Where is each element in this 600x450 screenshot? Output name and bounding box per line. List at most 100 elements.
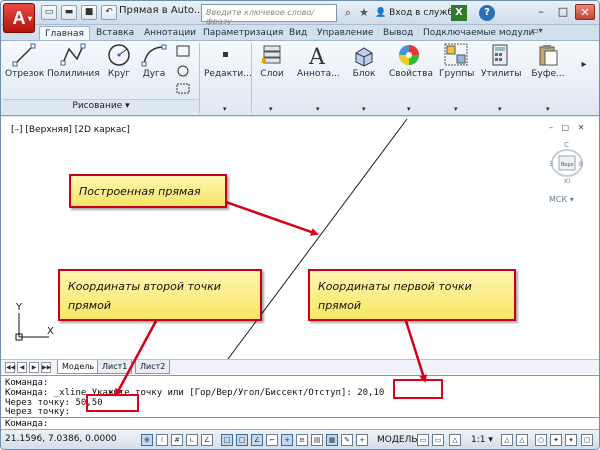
- annotation-scale-select[interactable]: 1:1 ▾: [471, 433, 493, 447]
- tab-manage[interactable]: Управление: [317, 26, 373, 40]
- tab-plugins[interactable]: Подключаемые модули: [423, 26, 534, 40]
- exchange-apps-icon[interactable]: X: [451, 5, 467, 21]
- layers-button[interactable]: Слои: [255, 43, 289, 79]
- dyn-input-icon[interactable]: +: [281, 434, 293, 446]
- snap-icon[interactable]: ⁞: [156, 434, 168, 446]
- last-layout-icon[interactable]: ▶▶: [41, 362, 51, 373]
- ribbon-toggle-icon[interactable]: ▭▾: [531, 26, 545, 38]
- quick-view-layouts-icon[interactable]: ▭: [417, 434, 429, 446]
- prev-layout-icon[interactable]: ◀: [17, 362, 27, 373]
- utilities-dropdown-icon[interactable]: ▾: [498, 105, 502, 113]
- arc-icon: [141, 44, 167, 67]
- ribbon-more-icon[interactable]: ▸: [571, 59, 597, 70]
- minimize-button[interactable]: –: [531, 4, 551, 20]
- auto-scale-icon[interactable]: △: [516, 434, 528, 446]
- svg-text:A: A: [308, 45, 326, 67]
- circle-label: Круг: [107, 69, 131, 79]
- arc-label: Дуга: [142, 69, 166, 79]
- properties-dropdown-icon[interactable]: ▾: [407, 105, 411, 113]
- search-input[interactable]: Введите ключевое слово/фразу: [201, 4, 337, 26]
- tab-annotate[interactable]: Аннотации: [144, 26, 196, 40]
- status-menu-icon[interactable]: ▾: [565, 434, 577, 446]
- annotation-scale-icon[interactable]: △: [449, 434, 461, 446]
- 3d-osnap-icon[interactable]: ▢: [236, 434, 248, 446]
- hardware-accel-icon[interactable]: ✦: [550, 434, 562, 446]
- otrack-icon[interactable]: ∠: [251, 434, 263, 446]
- application-menu-button[interactable]: A ▾: [3, 3, 35, 33]
- lineweight-icon[interactable]: ≡: [296, 434, 308, 446]
- clean-screen-icon[interactable]: ▢: [581, 434, 593, 446]
- quick-view-drawings-icon[interactable]: ▭: [432, 434, 444, 446]
- layout-tabs: ◀◀ ◀ ▶ ▶▶ Модель Лист1 Лист2: [1, 359, 599, 374]
- arc-button[interactable]: Дуга: [139, 43, 169, 79]
- line-icon: [12, 43, 36, 67]
- block-button[interactable]: Блок: [349, 43, 379, 79]
- tab-output[interactable]: Вывод: [383, 26, 413, 40]
- constructed-xline[interactable]: [225, 118, 408, 359]
- modify-dropdown-icon[interactable]: ▾: [223, 105, 227, 113]
- groups-dropdown-icon[interactable]: ▾: [454, 105, 458, 113]
- modify-button[interactable]: Редакти...: [204, 43, 252, 79]
- polar-icon[interactable]: ∠: [201, 434, 213, 446]
- ducs-icon[interactable]: ⌐: [266, 434, 278, 446]
- polyline-button[interactable]: Полилиния: [47, 43, 100, 79]
- help-icon[interactable]: ?: [479, 5, 495, 21]
- ortho-icon[interactable]: ∟: [186, 434, 198, 446]
- block-dropdown-icon[interactable]: ▾: [362, 105, 366, 113]
- modify-icon: [223, 52, 228, 57]
- color-wheel-icon: [399, 45, 419, 65]
- callout-first-point: Координаты первой точки прямой: [308, 269, 516, 321]
- circle-button[interactable]: Круг: [103, 43, 135, 79]
- next-layout-icon[interactable]: ▶: [29, 362, 39, 373]
- utilities-button[interactable]: Утилиты: [481, 43, 522, 79]
- transparency-icon[interactable]: ▤: [311, 434, 323, 446]
- tab-sheet2[interactable]: Лист2: [135, 360, 171, 374]
- osnap-icon[interactable]: □: [221, 434, 233, 446]
- clipboard-dropdown-icon[interactable]: ▾: [546, 105, 550, 113]
- calculator-icon: [492, 44, 508, 66]
- save-icon[interactable]: ■: [81, 5, 97, 20]
- ribbon-separator: [199, 43, 200, 113]
- drawing-area[interactable]: [–] [Верхняя] [2D каркас] – □ ✕ С Верх З…: [1, 117, 599, 375]
- annotation-visibility-icon[interactable]: △: [501, 434, 513, 446]
- clipboard-button[interactable]: Буфе...: [529, 43, 567, 79]
- tab-home[interactable]: Главная: [39, 26, 90, 40]
- open-file-icon[interactable]: ▬: [61, 5, 77, 20]
- annotation-monitor-icon[interactable]: +: [356, 434, 368, 446]
- tab-insert[interactable]: Вставка: [96, 26, 134, 40]
- layers-dropdown-icon[interactable]: ▾: [269, 105, 273, 113]
- status-bar: 21.1596, 7.0386, 0.0000 ⊕ ⁞ # ∟ ∠ □ ▢ ∠ …: [1, 429, 599, 449]
- selection-cycling-icon[interactable]: ✎: [341, 434, 353, 446]
- binoculars-search-icon[interactable]: ⌕: [340, 5, 356, 21]
- coordinate-readout[interactable]: 21.1596, 7.0386, 0.0000: [5, 434, 117, 444]
- clipboard-icon: [539, 45, 558, 66]
- modify-label: Редакти...: [204, 69, 252, 79]
- title-bar: A ▾ ▭ ▬ ■ ↶ Прямая в Auto... Введите ключ…: [1, 1, 599, 33]
- groups-button[interactable]: Группы: [439, 43, 474, 79]
- circle-icon: [108, 44, 130, 66]
- infer-constraints-icon[interactable]: ⊕: [141, 434, 153, 446]
- isolate-objects-icon[interactable]: ○: [535, 434, 547, 446]
- rectangle-button[interactable]: [173, 43, 195, 99]
- annotation-label: Аннота...: [297, 69, 340, 79]
- tab-sheet1[interactable]: Лист1: [97, 360, 133, 374]
- grid-icon[interactable]: #: [171, 434, 183, 446]
- model-space-button[interactable]: МОДЕЛЬ: [375, 433, 420, 447]
- tab-model[interactable]: Модель: [57, 360, 100, 374]
- draw-panel-title[interactable]: Рисование ▾: [3, 99, 199, 112]
- annotation-button[interactable]: A Аннота...: [297, 43, 340, 79]
- annotation-dropdown-icon[interactable]: ▾: [316, 105, 320, 113]
- undo-icon[interactable]: ↶: [101, 5, 117, 20]
- star-icon[interactable]: ★: [359, 5, 373, 21]
- maximize-button[interactable]: □: [553, 4, 573, 20]
- tab-parametric[interactable]: Параметризация: [203, 26, 283, 40]
- properties-button[interactable]: Свойства: [389, 43, 433, 79]
- quick-props-icon[interactable]: ▦: [326, 434, 338, 446]
- line-button[interactable]: Отрезок: [5, 43, 44, 79]
- utilities-label: Утилиты: [481, 69, 522, 79]
- first-layout-icon[interactable]: ◀◀: [5, 362, 15, 373]
- new-file-icon[interactable]: ▭: [41, 5, 57, 20]
- tab-view[interactable]: Вид: [289, 26, 307, 40]
- close-button[interactable]: ✕: [575, 4, 595, 20]
- clipboard-label: Буфе...: [531, 69, 565, 79]
